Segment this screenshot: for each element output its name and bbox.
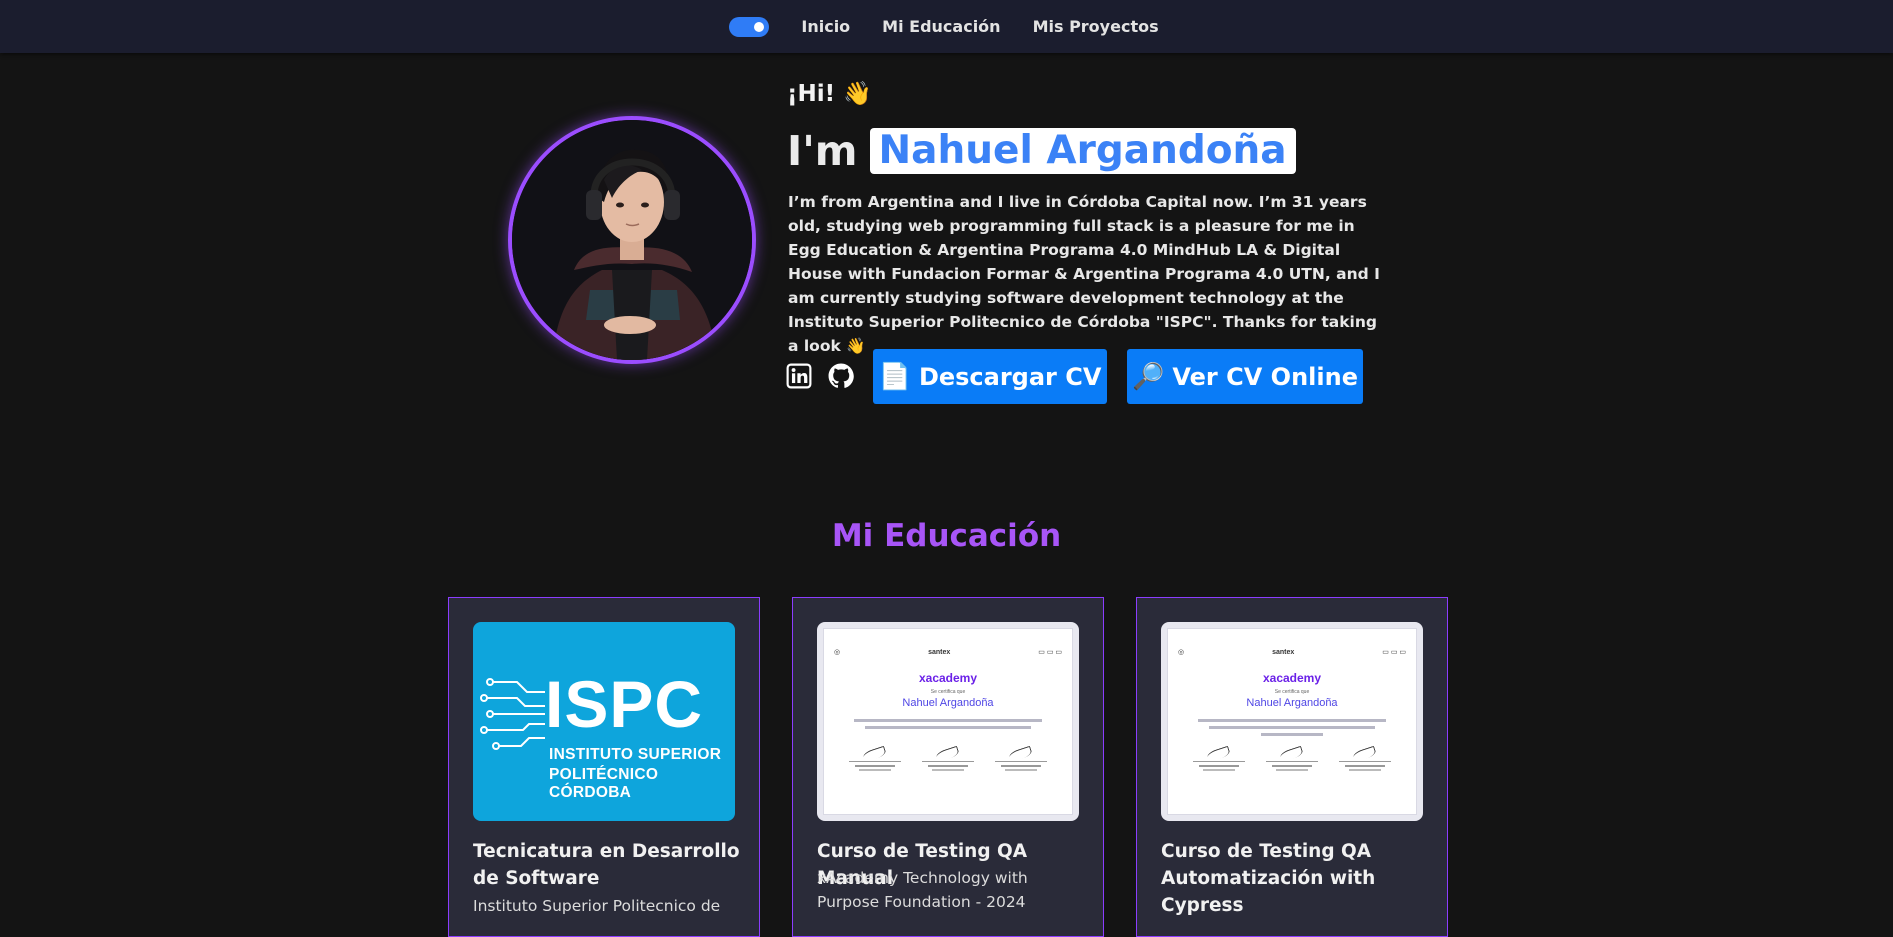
- cert-top-logo-right: ▭ ▭ ▭: [1038, 649, 1062, 656]
- certificate-image: ◎ santex ▭ ▭ ▭ xacademy Se certifica que N…: [817, 622, 1079, 821]
- card-subtitle: xAcademy Technology with Purpose Foundat…: [817, 869, 1028, 911]
- navbar: Inicio Mi Educación Mis Proyectos: [0, 0, 1893, 53]
- nav-link-mis-proyectos[interactable]: Mis Proyectos: [1033, 17, 1159, 36]
- education-card: ◎ santex ▭ ▭ ▭ xacademy Se certifica que N…: [792, 597, 1104, 937]
- cert-top-brand: santex: [1272, 648, 1295, 656]
- education-card: ◎ santex ▭ ▭ ▭ xacademy Se certifica que N…: [1136, 597, 1448, 937]
- magnifier-icon: 🔎: [1132, 361, 1165, 392]
- cert-certifies: Se certifica que: [1274, 689, 1310, 695]
- cert-name: Nahuel Argandoña: [902, 697, 994, 709]
- cert-certifies: Se certifica que: [930, 689, 966, 695]
- ispc-acronym: ISPC: [545, 667, 704, 741]
- ispc-logo: ISPC INSTITUTO SUPERIOR POLITÉCNICO CÓRD…: [473, 622, 735, 821]
- certificate-image: ◎ santex ▭ ▭ ▭ xacademy Se certifica que N…: [1161, 622, 1423, 821]
- toggle-knob: [754, 21, 765, 32]
- intro-prefix: I'm: [787, 127, 858, 175]
- card-title: Tecnicatura en Desarrollo de Software: [473, 841, 740, 889]
- hero-intro: I'm Nahuel Argandoña: [787, 127, 1296, 175]
- cert-brand: xacademy: [1262, 671, 1322, 685]
- theme-toggle[interactable]: [729, 16, 770, 37]
- view-cv-online-button[interactable]: 🔎 Ver CV Online: [1127, 349, 1363, 404]
- profile-avatar: [508, 116, 756, 364]
- ispc-line2: POLITÉCNICO CÓRDOBA: [549, 766, 659, 801]
- card-subtitle: Instituto Superior Politecnico de: [473, 897, 721, 915]
- cert-brand: xacademy: [918, 671, 978, 685]
- nav-link-inicio[interactable]: Inicio: [801, 17, 850, 36]
- hero-bio: I’m from Argentina and I live in Córdoba…: [788, 193, 1380, 355]
- nav-link-mi-educacion[interactable]: Mi Educación: [882, 17, 1000, 36]
- card-title: Curso de Testing QA Automatización with …: [1161, 841, 1376, 916]
- cert-top-brand: santex: [928, 648, 951, 656]
- ispc-line1: INSTITUTO SUPERIOR: [549, 746, 722, 763]
- education-card: ISPC INSTITUTO SUPERIOR POLITÉCNICO CÓRD…: [448, 597, 760, 937]
- cert-top-logo-right: ▭ ▭ ▭: [1382, 649, 1406, 656]
- document-icon: 📄: [878, 361, 911, 392]
- hero-greeting: ¡Hi! 👋: [787, 81, 872, 107]
- education-section-title: Mi Educación: [831, 518, 1062, 554]
- cert-name: Nahuel Argandoña: [1246, 697, 1338, 709]
- cert-top-logo-left: ◎: [1178, 649, 1185, 656]
- hero-name: Nahuel Argandoña: [869, 128, 1296, 174]
- cert-top-logo-left: ◎: [834, 649, 841, 656]
- download-cv-button[interactable]: 📄 Descargar CV: [873, 349, 1107, 404]
- linkedin-icon[interactable]: [786, 363, 812, 389]
- view-cv-online-label: Ver CV Online: [1172, 362, 1358, 391]
- avatar-illustration: [512, 120, 752, 360]
- download-cv-label: Descargar CV: [918, 362, 1102, 391]
- github-icon[interactable]: [828, 363, 854, 389]
